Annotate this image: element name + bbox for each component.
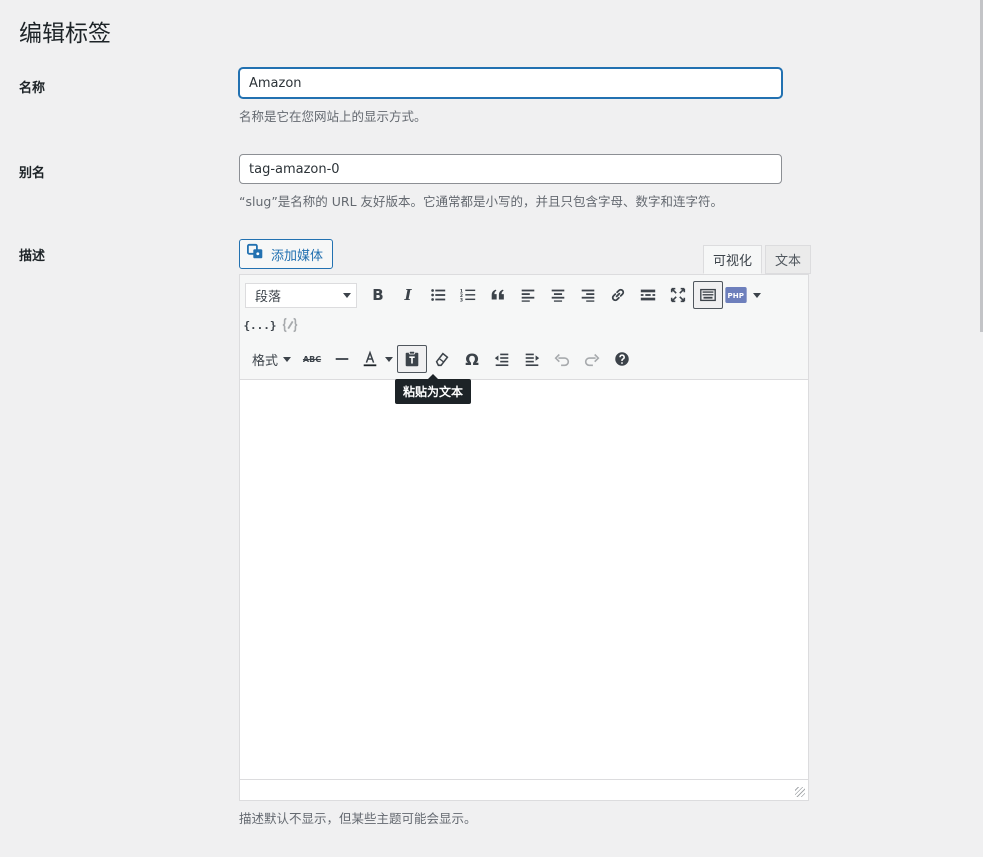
strikethrough-icon: ABC xyxy=(302,354,322,364)
bold-button[interactable]: B xyxy=(363,281,393,309)
fullscreen-icon xyxy=(670,287,686,303)
help-icon xyxy=(615,352,629,366)
paste-as-text-button[interactable] xyxy=(397,345,428,373)
align-right-button[interactable] xyxy=(573,281,603,309)
text-color-button[interactable] xyxy=(357,345,397,373)
align-center-icon xyxy=(551,289,565,302)
description-label: 描述 xyxy=(19,249,46,264)
indent-icon xyxy=(525,353,540,367)
redo-icon xyxy=(584,353,600,367)
bold-icon: B xyxy=(372,286,384,304)
text-color-icon xyxy=(363,350,377,367)
special-character-button[interactable]: Ω xyxy=(457,345,487,373)
undo-icon xyxy=(554,353,570,367)
numbered-list-icon: 123 xyxy=(460,288,476,303)
bullet-list-icon xyxy=(431,289,446,301)
outdent-button[interactable] xyxy=(487,345,517,373)
fullscreen-button[interactable] xyxy=(663,281,693,309)
svg-text:3: 3 xyxy=(460,297,463,303)
omega-icon: Ω xyxy=(465,349,479,369)
resize-handle-icon[interactable] xyxy=(795,787,805,797)
horizontal-line-icon xyxy=(335,358,349,360)
align-left-icon xyxy=(521,289,535,302)
paragraph-format-select[interactable]: 段落 xyxy=(245,282,357,308)
align-right-icon xyxy=(581,289,595,302)
php-insert-button[interactable]: PHP xyxy=(723,281,763,309)
eraser-icon xyxy=(435,352,449,367)
editor-toolbar: 段落 B I 123 PHP {...} 格式 ABC Ω xyxy=(240,275,808,380)
redo-button[interactable] xyxy=(577,345,607,373)
chevron-down-icon xyxy=(753,292,761,298)
indent-button[interactable] xyxy=(517,345,547,373)
paragraph-format-value: 段落 xyxy=(255,289,282,305)
tab-text[interactable]: 文本 xyxy=(765,245,812,274)
php-icon: PHP xyxy=(725,287,747,303)
bullet-list-button[interactable] xyxy=(423,281,453,309)
code-icon: {...} xyxy=(243,318,277,332)
insert-link-button[interactable] xyxy=(603,281,633,309)
chevron-down-icon xyxy=(385,356,394,362)
align-left-button[interactable] xyxy=(513,281,543,309)
chevron-down-icon xyxy=(343,292,351,298)
blockquote-button[interactable] xyxy=(483,281,513,309)
description-editor[interactable]: 段落 B I 123 PHP {...} 格式 ABC Ω xyxy=(239,274,809,801)
italic-button[interactable]: I xyxy=(393,281,423,309)
undo-button[interactable] xyxy=(547,345,577,373)
read-more-icon xyxy=(640,289,656,301)
name-input[interactable] xyxy=(239,68,782,98)
chevron-down-icon xyxy=(283,356,292,362)
page-title: 编辑标签 xyxy=(19,21,111,47)
description-help: 描述默认不显示，但某些主题可能会显示。 xyxy=(239,811,477,826)
numbered-list-button[interactable]: 123 xyxy=(453,281,483,309)
tab-visual[interactable]: 可视化 xyxy=(703,245,763,274)
name-label: 名称 xyxy=(19,81,46,96)
align-center-button[interactable] xyxy=(543,281,573,309)
horizontal-line-button[interactable] xyxy=(327,345,357,373)
formats-label: 格式 xyxy=(252,353,279,369)
strikethrough-button[interactable]: ABC xyxy=(297,345,327,373)
paste-as-text-tooltip: 粘贴为文本 xyxy=(395,374,472,404)
link-icon xyxy=(611,288,625,302)
code-edit-button[interactable] xyxy=(275,311,305,339)
slug-label: 别名 xyxy=(19,166,46,181)
read-more-button[interactable] xyxy=(633,281,663,309)
italic-icon: I xyxy=(404,286,412,304)
formats-menu[interactable]: 格式 xyxy=(245,345,297,373)
slug-help: “slug”是名称的 URL 友好版本。它通常都是小写的，并且只包含字母、数字和… xyxy=(239,194,724,209)
add-media-label: 添加媒体 xyxy=(271,248,324,264)
add-media-icon xyxy=(247,243,265,265)
keyboard-icon xyxy=(700,288,716,302)
code-snippet-button[interactable]: {...} xyxy=(243,311,277,339)
blockquote-icon xyxy=(491,289,504,300)
paste-text-icon xyxy=(405,350,419,367)
svg-text:PHP: PHP xyxy=(728,291,744,300)
clear-formatting-button[interactable] xyxy=(427,345,457,373)
keyboard-shortcuts-button[interactable] xyxy=(607,345,637,373)
editor-statusbar xyxy=(240,779,808,800)
toolbar-toggle-button[interactable] xyxy=(693,281,723,309)
slug-input[interactable] xyxy=(239,154,782,184)
outdent-icon xyxy=(494,353,509,367)
code-edit-icon xyxy=(282,317,298,333)
add-media-button[interactable]: 添加媒体 xyxy=(239,239,333,269)
name-help: 名称是它在您网站上的显示方式。 xyxy=(239,109,427,124)
